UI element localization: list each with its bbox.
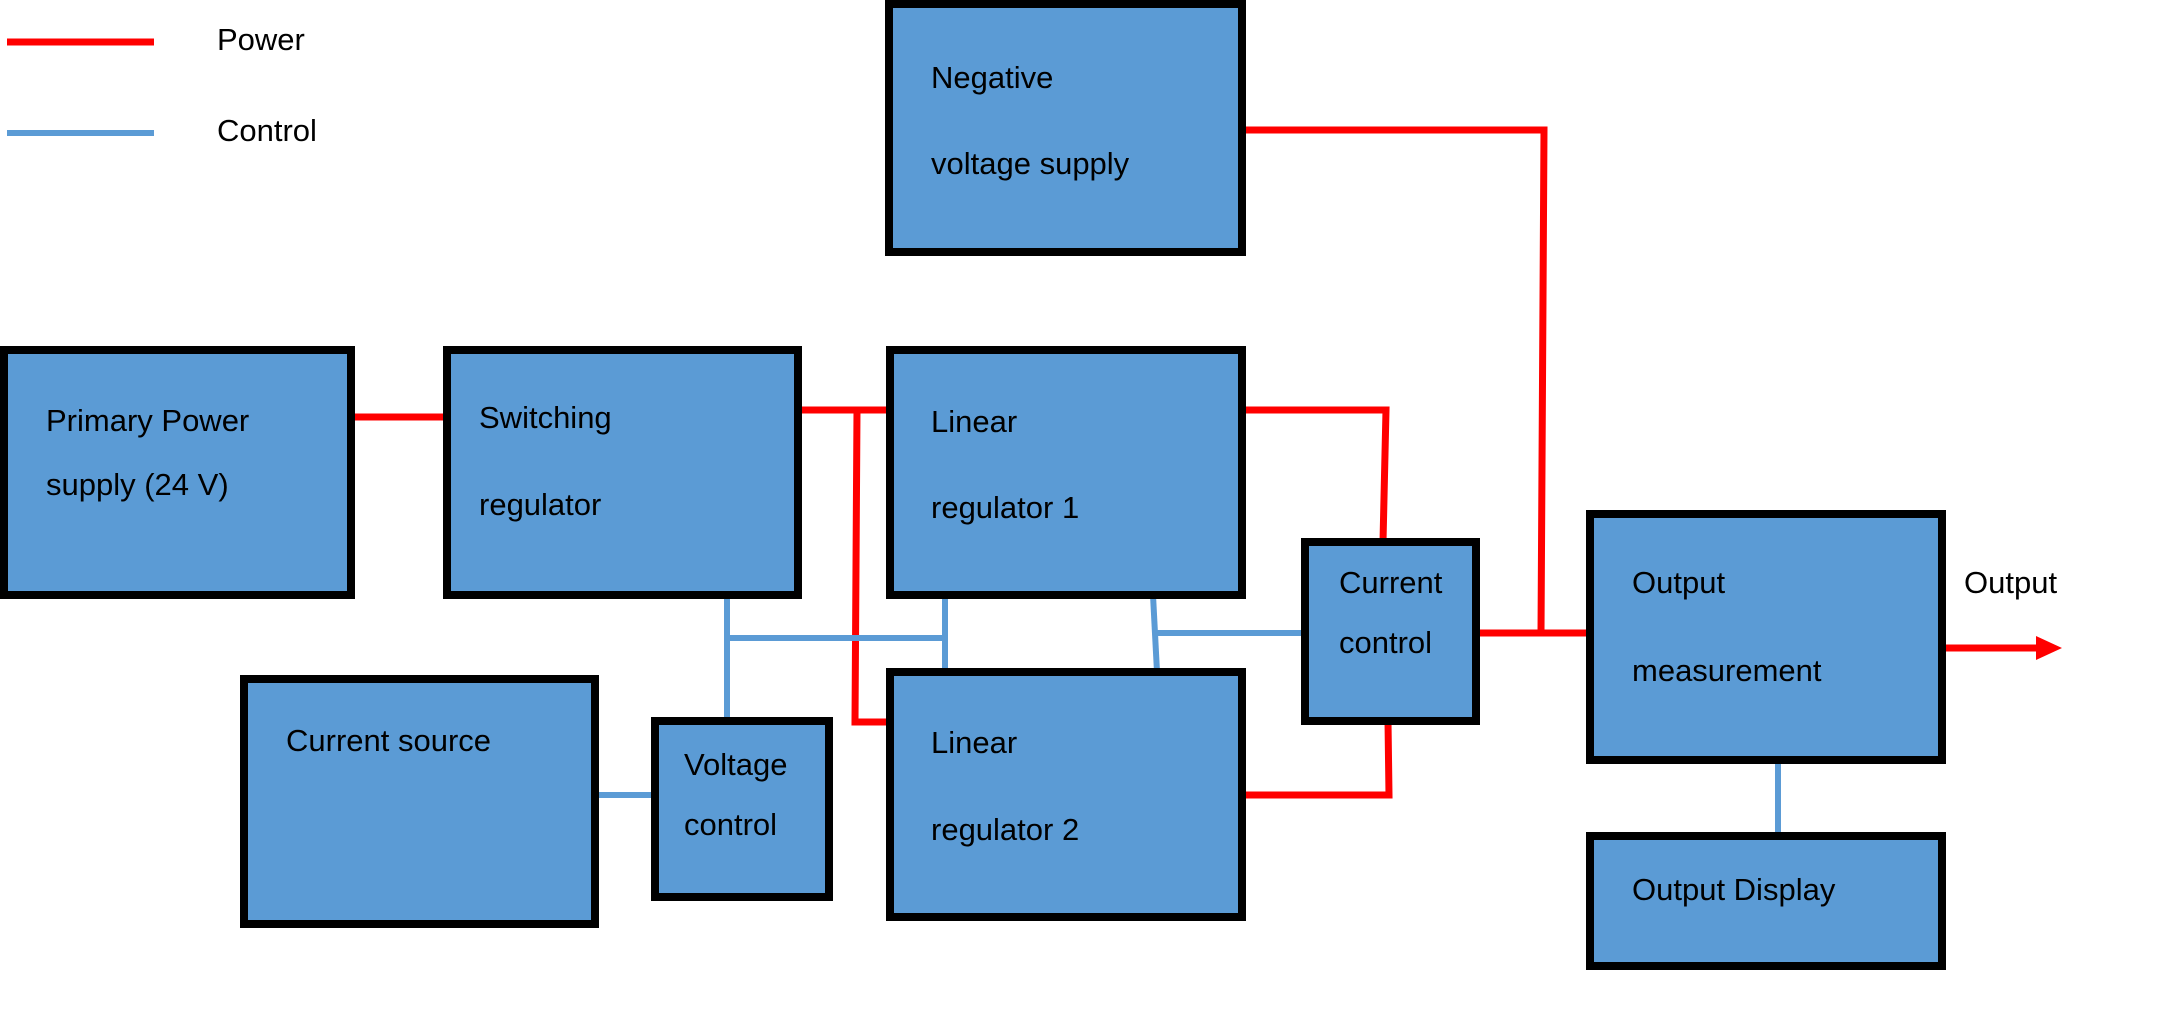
block-output-measurement: Output measurement [1586, 510, 1946, 764]
block-label: Current source [286, 723, 491, 758]
block-output-display: Output Display [1586, 832, 1946, 970]
wire-linear2-currentcontrol [1242, 720, 1393, 799]
block-label: control [684, 807, 777, 842]
block-linear-regulator-1: Linear regulator 1 [886, 346, 1246, 599]
block-linear-regulator-2: Linear regulator 2 [886, 668, 1246, 921]
block-primary-power-supply: Primary Power supply (24 V) [0, 346, 355, 599]
output-label: Output [1964, 565, 2057, 600]
block-label: measurement [1632, 653, 1822, 688]
block-label: Switching [479, 400, 612, 435]
block-label: supply (24 V) [46, 467, 229, 502]
block-label: Output Display [1632, 872, 1836, 907]
block-label: regulator 1 [931, 490, 1079, 525]
block-voltage-control: Voltage control [651, 717, 833, 901]
output-arrow-head [2036, 636, 2062, 660]
block-current-control: Current control [1301, 538, 1480, 725]
block-label: Primary Power [46, 403, 249, 438]
block-label: voltage supply [931, 146, 1130, 181]
legend: Power Control [7, 22, 317, 148]
block-label: Output [1632, 565, 1725, 600]
block-label: regulator 2 [931, 812, 1079, 847]
block-label: Linear [931, 725, 1017, 760]
block-negative-voltage-supply: Negative voltage supply [885, 0, 1246, 256]
block-switching-regulator: Switching regulator [443, 346, 802, 599]
legend-power-label: Power [217, 22, 305, 57]
wire-linear1-currentcontrol [1242, 406, 1390, 543]
block-label: Voltage [684, 747, 787, 782]
legend-control-label: Control [217, 113, 317, 148]
block-label: control [1339, 625, 1432, 660]
block-label: Negative [931, 60, 1053, 95]
block-label: Current [1339, 565, 1443, 600]
block-diagram: Power Control Negative voltage supply Pr… [0, 0, 2062, 970]
block-current-source: Current source [240, 675, 599, 928]
wire-switching-linear2 [851, 409, 890, 726]
block-label: regulator [479, 487, 601, 522]
block-label: Linear [931, 404, 1017, 439]
